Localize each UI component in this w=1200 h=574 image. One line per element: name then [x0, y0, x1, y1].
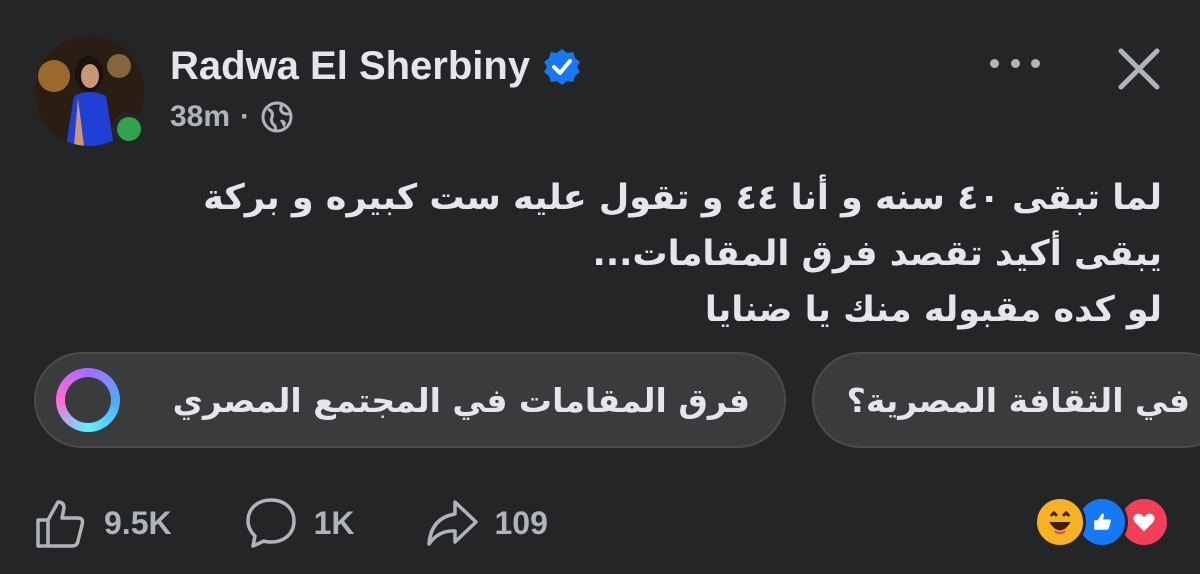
suggestion-chip-label: في الثقافة المصرية؟ [846, 380, 1190, 420]
haha-reaction-icon [1034, 496, 1086, 548]
close-icon[interactable] [1112, 42, 1166, 96]
post-line: لما تبقى ٤٠ سنه و أنا ٤٤ و تقول عليه ست … [203, 178, 1162, 218]
online-status-dot [112, 112, 146, 146]
comment-bubble-icon [245, 498, 296, 548]
share-button[interactable]: 109 [425, 496, 548, 550]
like-count: 9.5K [104, 504, 172, 541]
post-line: يبقى أكيد تقصد فرق المقامات... [592, 234, 1162, 274]
thumbs-up-icon [36, 500, 85, 548]
meta-ai-ring-icon [56, 368, 120, 432]
reactions-summary[interactable] [1030, 496, 1170, 550]
post-text: لما تبقى ٤٠ سنه و أنا ٤٤ و تقول عليه ست … [162, 170, 1162, 338]
suggestion-chip[interactable]: في الثقافة المصرية؟ [812, 352, 1200, 448]
meta-separator: · [240, 100, 251, 133]
share-arrow-icon [426, 500, 478, 546]
verified-badge-icon [544, 48, 581, 85]
share-count: 109 [494, 504, 548, 541]
globe-icon[interactable] [260, 100, 294, 134]
post-line: لو كده مقبوله منك يا ضنايا [704, 290, 1162, 330]
comment-count: 1K [313, 504, 355, 541]
author-name[interactable]: Radwa El Sherbiny [170, 44, 530, 89]
suggestion-chip[interactable]: فرق المقامات في المجتمع المصري [34, 352, 786, 448]
post-time[interactable]: 38m [170, 100, 230, 134]
like-button[interactable]: 9.5K [34, 496, 172, 550]
suggestion-chip-label: فرق المقامات في المجتمع المصري [172, 380, 750, 420]
more-options-icon[interactable] [990, 48, 1040, 78]
comment-button[interactable]: 1K [244, 496, 355, 550]
